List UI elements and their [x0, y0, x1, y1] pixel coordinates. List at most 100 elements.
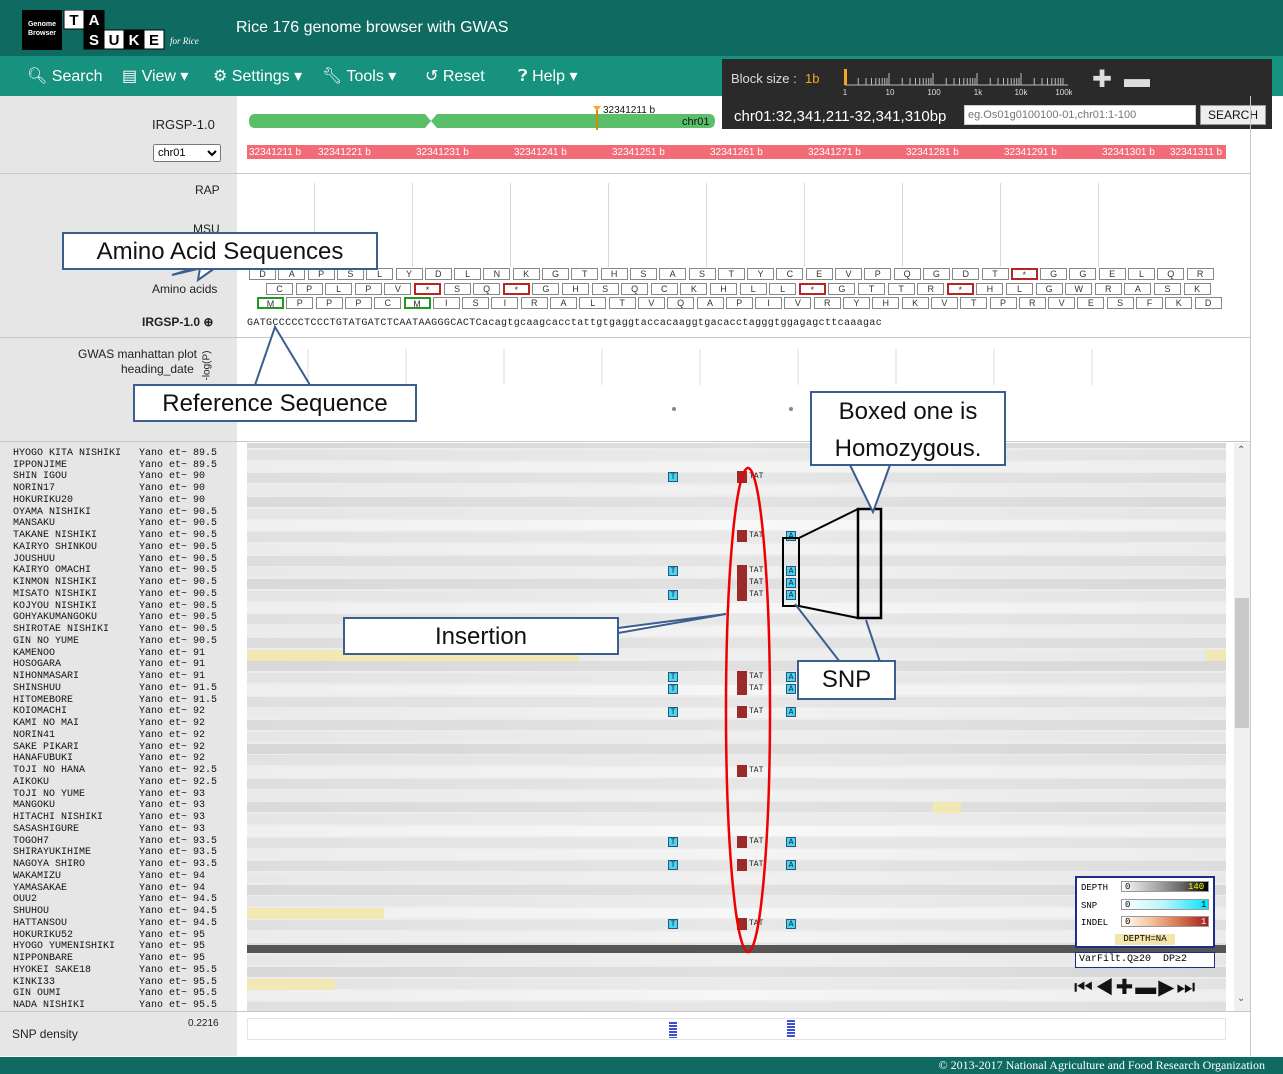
start-codon[interactable]: M: [403, 297, 431, 309]
variant-track-row[interactable]: [247, 743, 1226, 754]
sample-row[interactable]: WAKAMIZU Yano et~ 94: [13, 871, 205, 882]
amino-acid[interactable]: C: [650, 283, 678, 295]
amino-acid[interactable]: G: [542, 268, 569, 280]
scroll-up-icon[interactable]: ⌃: [1237, 445, 1245, 456]
insertion-marker[interactable]: [737, 471, 747, 484]
snp-marker[interactable]: T: [668, 566, 678, 577]
snp-marker[interactable]: T: [668, 707, 678, 718]
nav-reset[interactable]: ↺ Reset: [425, 66, 485, 86]
amino-acid[interactable]: I: [755, 297, 783, 309]
chromosome-select[interactable]: chr01: [153, 144, 221, 162]
block-size-slider[interactable]: 1 10 100 1k 10k 100k: [842, 67, 1072, 97]
sample-row[interactable]: NADA NISHIKI Yano et~ 95.5: [13, 1000, 217, 1011]
sample-row[interactable]: TOGOH7 Yano et~ 93.5: [13, 836, 217, 847]
amino-acid[interactable]: K: [512, 268, 540, 280]
nav-settings[interactable]: ⚙ Settings ▾: [213, 66, 302, 86]
amino-acid[interactable]: K: [680, 283, 708, 295]
amino-acid[interactable]: P: [286, 297, 314, 309]
amino-acid[interactable]: P: [295, 283, 323, 295]
step-right-icon[interactable]: ▶︎: [1158, 976, 1176, 999]
amino-acid[interactable]: Q: [621, 283, 649, 295]
amino-acid[interactable]: L: [1128, 268, 1155, 280]
variant-track-row[interactable]: [247, 443, 1226, 448]
snp-marker[interactable]: T: [668, 672, 678, 682]
jump-first-icon[interactable]: ⏮︎: [1074, 976, 1095, 999]
variant-track-row[interactable]: [247, 849, 1226, 860]
sample-row[interactable]: HYOGO KITA NISHIKI Yano et~ 89.5: [13, 448, 217, 459]
variant-track-row[interactable]: [247, 461, 1226, 472]
tasuke-logo[interactable]: Genome Browser T A S U K E for Rice: [22, 10, 214, 50]
snp-marker[interactable]: A: [786, 672, 796, 682]
sample-row[interactable]: HITOMEBORE Yano et~ 91.5: [13, 695, 217, 706]
variant-track-row[interactable]: [247, 790, 1226, 801]
amino-acid[interactable]: K: [1183, 283, 1211, 295]
nav-view[interactable]: ▤ View ▾: [122, 66, 188, 86]
amino-acid[interactable]: T: [981, 268, 1009, 280]
amino-acid[interactable]: N: [483, 268, 511, 280]
variant-track-row[interactable]: [247, 508, 1226, 519]
nav-tools[interactable]: 🔧︎ Tools ▾: [322, 66, 396, 86]
amino-acid[interactable]: T: [571, 268, 599, 280]
snp-marker[interactable]: T: [668, 860, 678, 870]
amino-acid[interactable]: Y: [395, 268, 423, 280]
amino-acid[interactable]: A: [659, 268, 687, 280]
amino-acid[interactable]: Q: [893, 268, 921, 280]
amino-acid[interactable]: P: [864, 268, 892, 280]
variant-track-row[interactable]: [247, 485, 1226, 495]
sample-row[interactable]: OUU2 Yano et~ 94.5: [13, 894, 217, 905]
variant-scrollbar[interactable]: ⌃ ⌄: [1234, 443, 1250, 1011]
amino-acid[interactable]: T: [858, 283, 885, 295]
variant-track-row[interactable]: [247, 496, 1226, 507]
snp-marker[interactable]: T: [668, 589, 678, 600]
stop-codon[interactable]: *: [502, 283, 530, 295]
stop-codon[interactable]: *: [414, 283, 441, 295]
reference-track-label[interactable]: IRGSP-1.0 ⊕: [142, 315, 213, 329]
amino-acid[interactable]: R: [1186, 268, 1214, 280]
amino-acid[interactable]: F: [1136, 297, 1163, 309]
amino-acid[interactable]: D: [1194, 297, 1222, 309]
sample-row[interactable]: GIN NO YUME Yano et~ 90.5: [13, 636, 217, 647]
amino-acid[interactable]: R: [917, 283, 945, 295]
sample-row[interactable]: KAMI NO MAI Yano et~ 92: [13, 718, 205, 729]
sample-row[interactable]: HANAFUBUKI Yano et~ 92: [13, 753, 205, 764]
amino-acid[interactable]: S: [591, 283, 619, 295]
snp-marker[interactable]: T: [668, 472, 678, 483]
amino-acid[interactable]: P: [354, 283, 382, 295]
sample-row[interactable]: GIN OUMI Yano et~ 95.5: [13, 988, 217, 999]
sample-row[interactable]: AIKOKU Yano et~ 92.5: [13, 777, 217, 788]
insertion-marker[interactable]: [737, 706, 747, 719]
amino-acid[interactable]: I: [491, 297, 519, 309]
sample-row[interactable]: TOJI NO YUME Yano et~ 93: [13, 789, 205, 800]
variant-track-row[interactable]: [247, 449, 1226, 460]
insertion-marker[interactable]: [737, 671, 747, 683]
sample-row[interactable]: IPPONJIME Yano et~ 89.5: [13, 460, 217, 471]
amino-acid[interactable]: V: [637, 297, 665, 309]
amino-acid[interactable]: G: [1069, 268, 1097, 280]
snp-marker[interactable]: A: [786, 531, 796, 541]
snp-marker[interactable]: A: [786, 707, 796, 718]
nav-help[interactable]: ❓︎ Help ▾: [518, 66, 577, 86]
variant-track-row[interactable]: [247, 696, 1226, 707]
insertion-marker[interactable]: [737, 682, 747, 695]
stop-codon[interactable]: *: [946, 283, 974, 295]
variant-track-row[interactable]: [247, 825, 1226, 836]
sample-row[interactable]: HOKURIKU52 Yano et~ 95: [13, 930, 205, 941]
sample-row[interactable]: KINMON NISHIKI Yano et~ 90.5: [13, 577, 217, 588]
amino-acid[interactable]: S: [688, 268, 716, 280]
variant-track-row[interactable]: [247, 1002, 1226, 1011]
amino-acid[interactable]: G: [1035, 283, 1063, 295]
amino-acid[interactable]: L: [325, 283, 353, 295]
variant-track-row[interactable]: [247, 520, 1226, 531]
amino-acid[interactable]: S: [462, 297, 490, 309]
amino-acid[interactable]: S: [1106, 297, 1134, 309]
sample-row[interactable]: TOJI NO HANA Yano et~ 92.5: [13, 765, 217, 776]
zoom-in-button[interactable]: ✚: [1092, 65, 1112, 94]
amino-acid[interactable]: T: [608, 297, 636, 309]
snp-marker[interactable]: A: [786, 566, 796, 577]
amino-acid[interactable]: V: [384, 283, 412, 295]
amino-acid[interactable]: E: [1098, 268, 1126, 280]
snp-marker[interactable]: A: [786, 589, 796, 600]
variant-track-row[interactable]: [247, 778, 1226, 789]
sample-row[interactable]: SHINSHUU Yano et~ 91.5: [13, 683, 217, 694]
snp-marker[interactable]: A: [786, 836, 796, 847]
